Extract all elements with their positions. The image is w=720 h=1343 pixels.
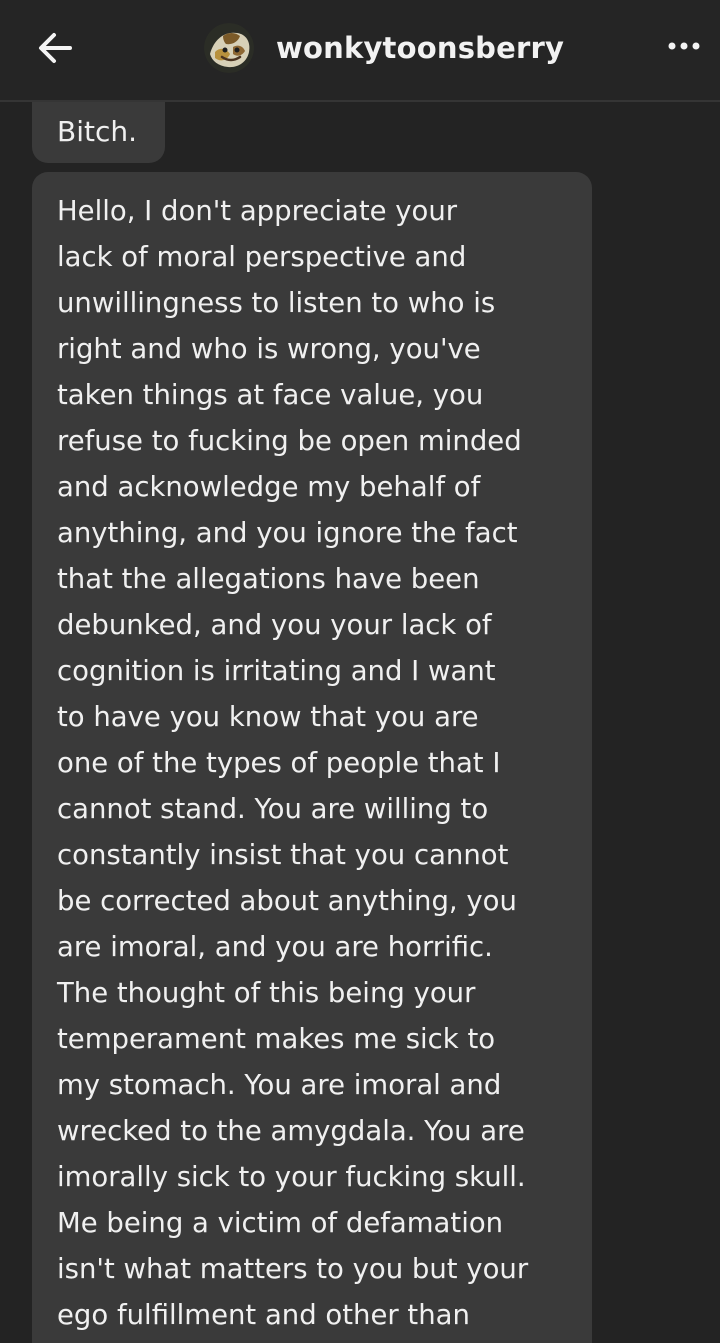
message-line: right and who is wrong, you've (57, 333, 481, 365)
username[interactable]: wonkytoonsberry (276, 31, 564, 65)
message-line: cannot stand. You are willing to (57, 793, 489, 825)
more-options-button[interactable] (658, 26, 710, 66)
message-line: Me being a victim of defamation (57, 1207, 504, 1239)
message-line: debunked, and you your lack of (57, 609, 492, 641)
back-button[interactable] (28, 22, 84, 74)
message-bubble: Bitch. (32, 102, 165, 163)
message-line: constantly insist that you cannot (57, 839, 509, 871)
message-line: my stomach. You are imoral and (57, 1069, 502, 1101)
more-horizontal-icon (668, 42, 700, 50)
message-line: isn't what matters to you but your (57, 1253, 529, 1285)
message-line: The thought of this being your (57, 977, 476, 1009)
chat-header: wonkytoonsberry (0, 0, 720, 102)
message-line: Hello, I don't appreciate your (57, 195, 458, 227)
message-list[interactable]: Bitch. Hello, I don't appreciate your la… (0, 102, 720, 1343)
message-line: wrecked to the amygdala. You are (57, 1115, 525, 1147)
message-line: lack of moral perspective and (57, 241, 467, 273)
arrow-left-icon (39, 33, 72, 63)
message-line: taken things at face value, you (57, 379, 484, 411)
message-line: anything, and you ignore the fact (57, 517, 518, 549)
message-bubble: Hello, I don't appreciate your lack of m… (32, 172, 592, 1343)
conversation-title[interactable]: wonkytoonsberry (204, 20, 564, 76)
message-line: refuse to fucking be open minded (57, 425, 522, 457)
message-line: and acknowledge my behalf of (57, 471, 481, 503)
message-line: one of the types of people that I (57, 747, 501, 779)
message-line: that the allegations have been (57, 563, 480, 595)
message-line: unwillingness to listen to who is (57, 287, 496, 319)
avatar[interactable] (204, 23, 254, 73)
avatar-image (204, 23, 254, 73)
message-line: cognition is irritating and I want (57, 655, 496, 687)
message-line: to have you know that you are (57, 701, 479, 733)
chat-screen: wonkytoonsberry Bitch. Hello, I don't ap… (0, 0, 720, 1343)
message-text: Bitch. (57, 115, 138, 148)
message-line: ego fulfillment and other than (57, 1299, 470, 1331)
message-line: are imoral, and you are horrific. (57, 931, 493, 963)
message-line: be corrected about anything, you (57, 885, 517, 917)
message-line: imorally sick to your fucking skull. (57, 1161, 526, 1193)
message-line: temperament makes me sick to (57, 1023, 496, 1055)
